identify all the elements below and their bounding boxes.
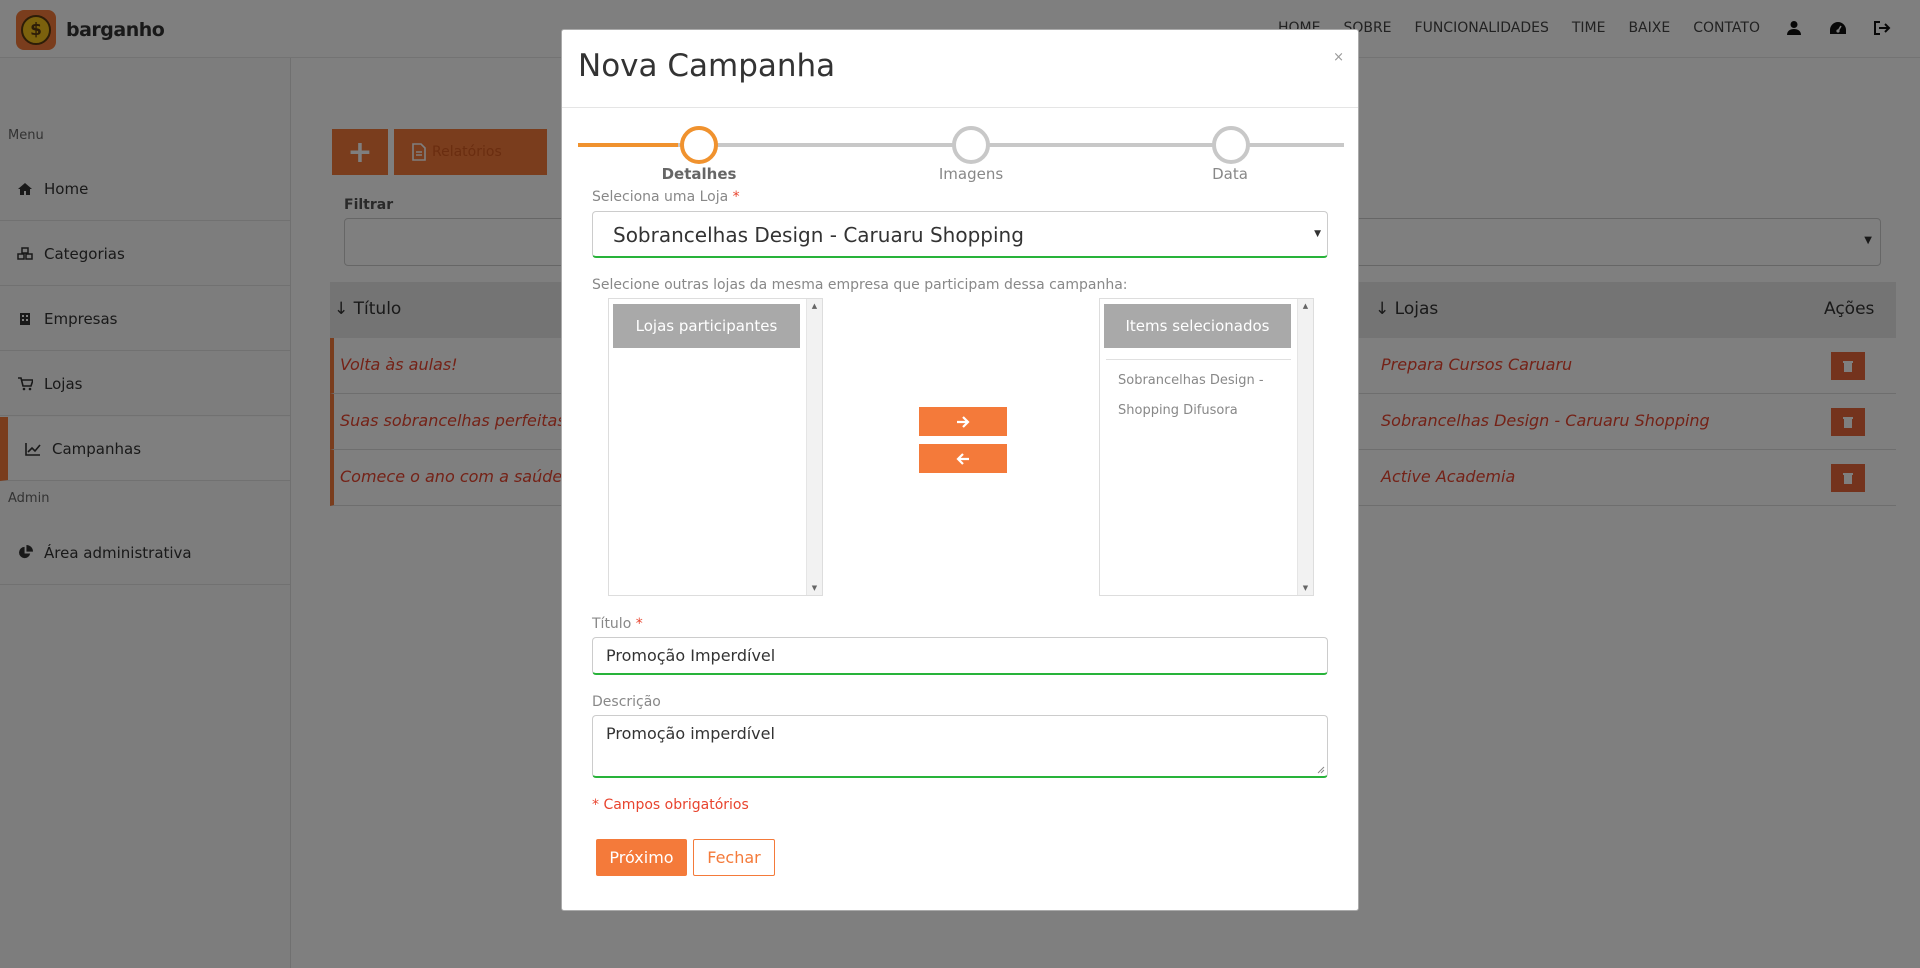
step-data-circle[interactable] [1212, 126, 1250, 164]
step-imagens-label: Imagens [938, 165, 1004, 183]
descricao-textarea[interactable]: Promoção imperdível [592, 715, 1328, 778]
titulo-input-value: Promoção Imperdível [606, 646, 776, 665]
store-select[interactable]: Sobrancelhas Design - Caruaru Shopping ▼ [592, 211, 1328, 258]
step-imagens-circle[interactable] [952, 126, 990, 164]
step-data-label: Data [1212, 165, 1248, 183]
available-stores-header: Lojas participantes [613, 304, 800, 348]
titulo-input[interactable]: Promoção Imperdível [592, 637, 1328, 675]
close-icon[interactable]: × [1333, 50, 1344, 65]
resize-handle-icon [1317, 766, 1325, 774]
stepper-progress [578, 143, 678, 147]
arrow-right-icon [957, 415, 970, 428]
descricao-textarea-value: Promoção imperdível [606, 724, 775, 743]
next-button[interactable]: Próximo [596, 839, 687, 876]
descricao-label: Descrição [592, 694, 661, 710]
selected-stores-header: Items selecionados [1104, 304, 1291, 348]
store-select-value: Sobrancelhas Design - Caruaru Shopping [613, 223, 1024, 247]
divider [1106, 359, 1291, 360]
list-item[interactable]: Sobrancelhas Design - Shopping Difusora [1118, 366, 1288, 426]
other-stores-label: Selecione outras lojas da mesma empresa … [592, 277, 1128, 293]
arrow-left-icon [956, 452, 969, 465]
selected-stores-list[interactable]: Items selecionados Sobrancelhas Design -… [1099, 298, 1314, 596]
step-detalhes-circle[interactable] [680, 126, 718, 164]
modal-title: Nova Campanha [578, 48, 836, 84]
chevron-down-icon: ▼ [1314, 229, 1321, 239]
modal-header: Nova Campanha × [562, 30, 1358, 108]
required-fields-note: * Campos obrigatórios [592, 797, 749, 813]
scrollbar[interactable]: ▲ ▼ [806, 299, 822, 595]
new-campaign-modal: Nova Campanha × Detalhes Imagens Data Se… [561, 29, 1359, 911]
move-right-button[interactable] [919, 407, 1007, 436]
titulo-label: Título * [592, 616, 643, 632]
move-left-button[interactable] [919, 444, 1007, 473]
store-select-label: Seleciona uma Loja * [592, 189, 740, 205]
scrollbar[interactable]: ▲ ▼ [1297, 299, 1313, 595]
step-detalhes-label: Detalhes [661, 165, 737, 183]
close-button[interactable]: Fechar [693, 839, 775, 876]
available-stores-list[interactable]: Lojas participantes ▲ ▼ [608, 298, 823, 596]
